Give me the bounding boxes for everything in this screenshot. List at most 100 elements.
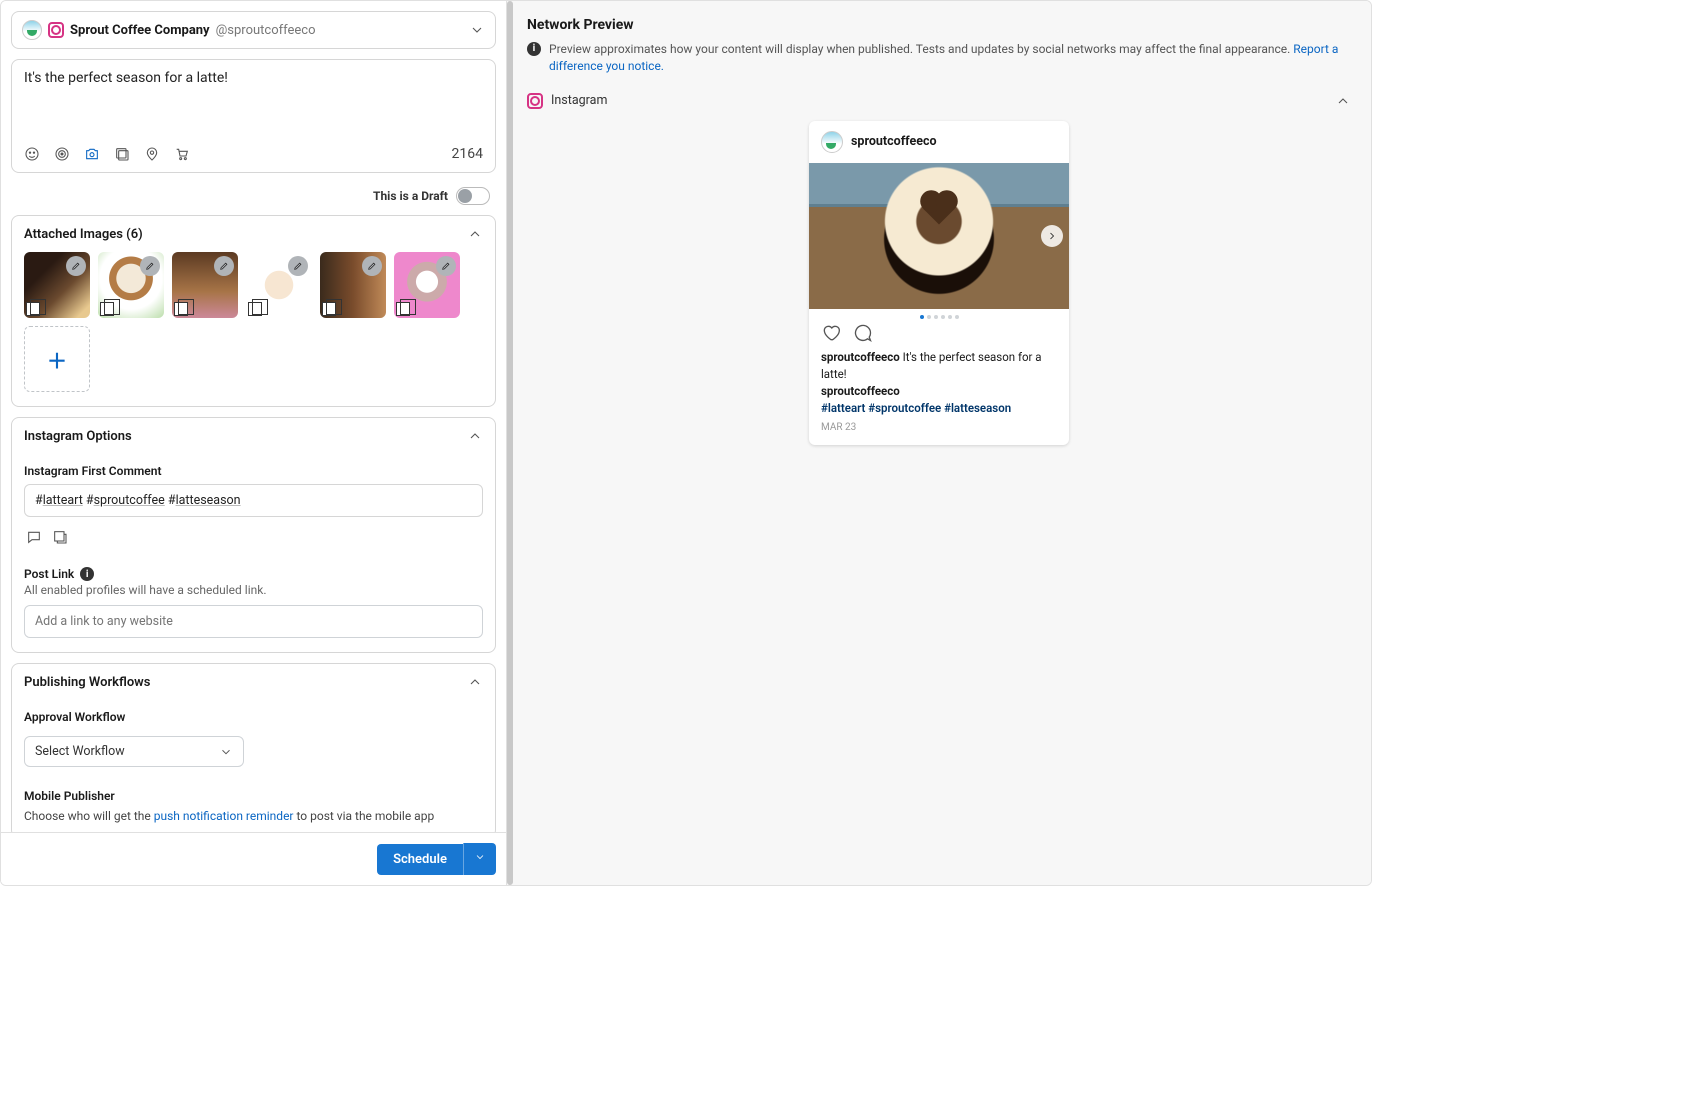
dot [941,315,945,319]
workflows-card: Publishing Workflows Approval Workflow S… [11,663,496,838]
multi-icon [322,302,336,316]
preview-avatar-icon [821,131,843,153]
mobile-publisher-label: Mobile Publisher [12,779,495,809]
preview-card-header: sproutcoffeeco [809,121,1069,163]
first-comment-input[interactable]: #latteart #sproutcoffee #latteseason [24,484,483,517]
draft-toggle[interactable] [456,187,490,205]
preview-network-label: Instagram [551,93,607,108]
edit-icon[interactable] [288,256,308,276]
info-icon[interactable]: i [80,567,94,581]
workflows-header[interactable]: Publishing Workflows [12,664,495,700]
draft-label: This is a Draft [373,189,448,203]
dot [948,315,952,319]
gallery-icon[interactable] [114,146,130,162]
target-icon[interactable] [54,146,70,162]
add-image-button[interactable]: ＋ [24,326,90,392]
chevron-down-icon [469,22,485,38]
schedule-button-group: Schedule [377,843,496,875]
char-count: 2164 [452,146,483,162]
camera-icon[interactable] [84,146,100,162]
compose-footer: Schedule [1,832,506,885]
heart-icon[interactable] [821,323,841,343]
preview-comment-row: sproutcoffeeco #latteart #sproutcoffee #… [821,383,1057,418]
edit-icon[interactable] [66,256,86,276]
chevron-down-icon [219,745,233,759]
first-comment-tools [12,525,495,557]
dot [955,315,959,319]
edit-icon[interactable] [436,256,456,276]
post-link-input-wrap [24,605,483,638]
attached-images-title: Attached Images (6) [24,227,143,242]
attached-thumb[interactable] [320,252,386,318]
preview-image[interactable] [809,163,1069,309]
edit-icon[interactable] [214,256,234,276]
post-link-input[interactable] [24,605,483,638]
comment-icon[interactable] [853,323,873,343]
schedule-more-button[interactable] [463,843,496,875]
attached-thumb[interactable] [172,252,238,318]
preview-panel: Network Preview i Preview approximates h… [506,1,1371,885]
instagram-badge-icon [527,93,543,109]
preview-info-text: Preview approximates how your content wi… [549,41,1351,75]
carousel-dots [809,309,1069,321]
profile-selector[interactable]: Sprout Coffee Company @sproutcoffeeco [12,12,495,48]
location-pin-icon[interactable] [144,146,160,162]
compose-text: It's the perfect season for a latte! [24,70,483,130]
workflow-select[interactable]: Select Workflow [24,736,244,767]
dot-active [920,315,924,319]
multi-icon [396,302,410,316]
profile-handle: @sproutcoffeeco [216,23,316,38]
asset-library-icon[interactable] [52,529,68,545]
instagram-options-card: Instagram Options Instagram First Commen… [11,417,496,653]
preview-caption-user: sproutcoffeeco [821,350,900,364]
network-preview-info: i Preview approximates how your content … [527,41,1351,89]
schedule-button[interactable]: Schedule [377,844,463,875]
chevron-up-icon [467,674,483,690]
chevron-up-icon [1335,93,1351,109]
cart-icon[interactable] [174,146,190,162]
multi-icon [26,302,40,316]
app-root: Sprout Coffee Company @sproutcoffeeco It… [0,0,1372,886]
mobile-desc-post: to post via the mobile app [294,809,435,823]
info-icon: i [527,42,541,56]
profile-name: Sprout Coffee Company [70,23,210,38]
preview-body: sproutcoffeeco It's the perfect season f… [809,349,1069,445]
approval-workflow-label: Approval Workflow [12,700,495,730]
preview-network-row[interactable]: Instagram [527,89,1351,121]
dot [927,315,931,319]
comment-icon[interactable] [26,529,42,545]
attached-thumb[interactable] [246,252,312,318]
latte-heart-icon [923,194,954,225]
preview-comment-text: #latteart #sproutcoffee #latteseason [821,400,1057,417]
profile-avatar-icon [22,20,42,40]
preview-actions [809,321,1069,349]
mobile-desc-pre: Choose who will get the [24,809,154,823]
instagram-options-header[interactable]: Instagram Options [12,418,495,454]
preview-username: sproutcoffeeco [851,134,937,149]
draft-toggle-row: This is a Draft [11,183,496,215]
edit-icon[interactable] [140,256,160,276]
compose-toolbar: 2164 [12,140,495,172]
carousel-next-button[interactable] [1041,225,1063,247]
post-link-label: Post Link [24,567,74,581]
edit-icon[interactable] [362,256,382,276]
compose-textarea[interactable]: It's the perfect season for a latte! [12,60,495,140]
preview-caption-row: sproutcoffeeco It's the perfect season f… [821,349,1057,384]
dot [934,315,938,319]
attached-images-header[interactable]: Attached Images (6) [12,216,495,252]
instagram-badge-icon [48,22,64,38]
chevron-up-icon [467,226,483,242]
preview-comment-user: sproutcoffeeco [821,383,1057,400]
compose-panel: Sprout Coffee Company @sproutcoffeeco It… [1,1,506,885]
post-link-help: All enabled profiles will have a schedul… [12,583,495,605]
first-comment-label: Instagram First Comment [12,454,495,484]
profile-selector-card: Sprout Coffee Company @sproutcoffeeco [11,11,496,49]
chevron-up-icon [467,428,483,444]
attached-thumb[interactable] [24,252,90,318]
attached-thumb[interactable] [98,252,164,318]
emoji-icon[interactable] [24,146,40,162]
attached-thumb[interactable] [394,252,460,318]
workflow-select-value: Select Workflow [35,744,125,759]
instagram-options-title: Instagram Options [24,429,132,444]
push-notification-link[interactable]: push notification reminder [154,809,294,823]
